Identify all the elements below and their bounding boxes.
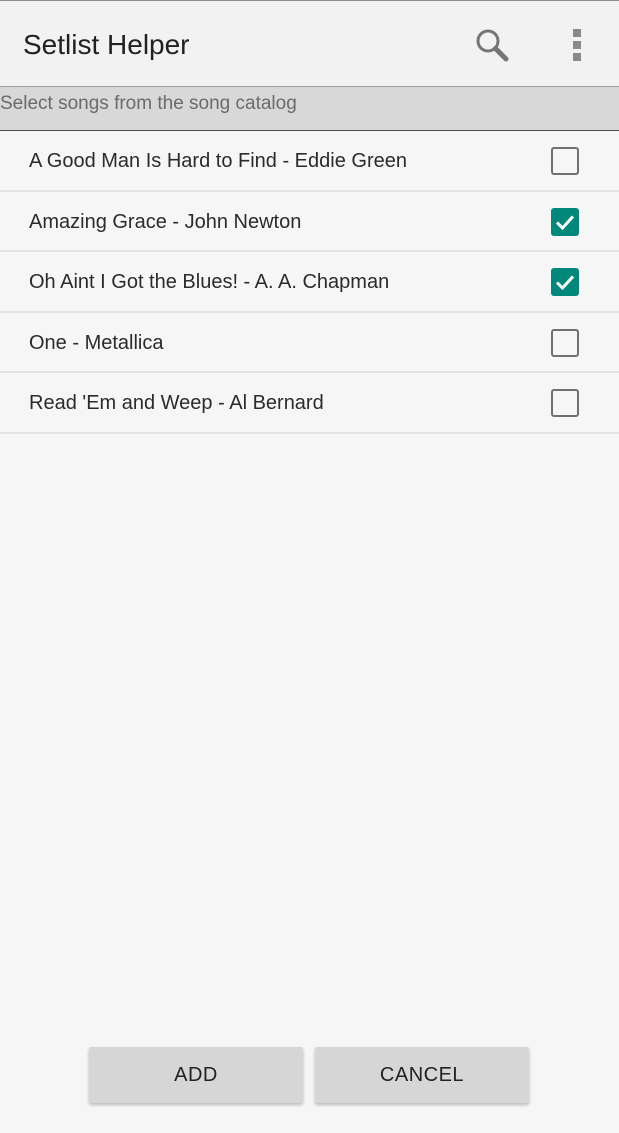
song-label: Amazing Grace - John Newton [29,210,302,233]
song-checkbox[interactable] [551,328,579,357]
song-row[interactable]: One - Metallica [0,313,619,373]
song-checkbox[interactable] [551,147,579,175]
song-label: Read 'Em and Weep - Al Bernard [29,392,324,414]
app-screen: Setlist Helper Select songs from the son… [0,0,619,1133]
more-vert-icon [573,29,581,61]
song-label: A Good Man Is Hard to Find - Eddie Green [29,150,407,172]
song-label: Oh Aint I Got the Blues! - A. A. Chapman [29,271,390,293]
overflow-menu-button[interactable] [553,21,601,69]
app-title: Setlist Helper [23,29,190,60]
cancel-button[interactable]: CANCEL [315,1047,529,1103]
add-button[interactable]: ADD [89,1047,303,1103]
song-checkbox[interactable] [551,268,579,296]
search-button[interactable] [468,21,516,69]
checkmark-icon [555,275,575,291]
song-row[interactable]: Read 'Em and Weep - Al Bernard [0,373,619,434]
checkmark-icon [555,214,575,230]
song-row[interactable]: A Good Man Is Hard to Find - Eddie Green [0,131,619,192]
song-checkbox[interactable] [551,389,579,417]
song-label: One - Metallica [29,331,164,354]
app-bar: Setlist Helper [0,0,619,87]
subheader-text: Select songs from the song catalog [0,93,297,114]
song-list: A Good Man Is Hard to Find - Eddie Green… [0,131,619,434]
catalog-subheader: Select songs from the song catalog [0,87,619,131]
song-row[interactable]: Amazing Grace - John Newton [0,192,619,252]
search-icon [476,29,509,62]
song-checkbox[interactable] [551,207,579,236]
song-row[interactable]: Oh Aint I Got the Blues! - A. A. Chapman [0,252,619,313]
